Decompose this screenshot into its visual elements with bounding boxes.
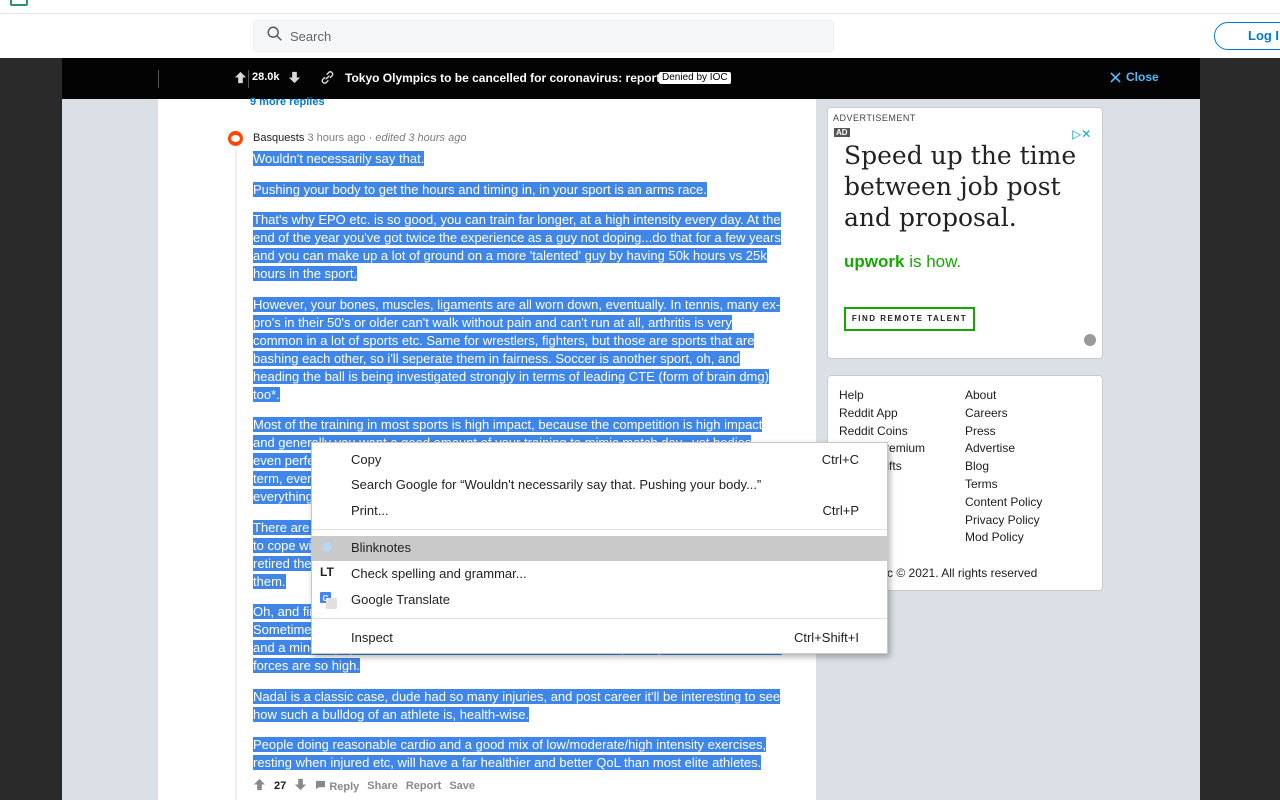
footer-link[interactable]: Advertise <box>965 440 1042 458</box>
comment-author[interactable]: Basquests <box>253 132 304 144</box>
advertisement[interactable]: ADVERTISEMENT AD ▷✕ Speed up the time be… <box>827 107 1103 359</box>
comment-paragraph: Wouldn't necessarily say that. <box>253 151 425 166</box>
footer-link[interactable]: Mod Policy <box>965 529 1042 547</box>
ad-brand: upwork is how. <box>844 252 962 271</box>
comment-icon <box>316 780 326 789</box>
menu-item-google-translate[interactable]: G Google Translate <box>312 588 887 613</box>
menu-separator <box>312 618 887 619</box>
close-button[interactable]: Close <box>1110 70 1159 84</box>
more-replies-link[interactable]: 9 more replies <box>250 96 325 108</box>
report-button[interactable]: Report <box>406 780 441 792</box>
page-background-left <box>62 99 158 800</box>
upvote-icon[interactable] <box>253 778 266 794</box>
comment-paragraph: That's why EPO etc. is so good, you can … <box>253 212 781 281</box>
site-header: Log I <box>0 0 1280 58</box>
comment-actions: 27 Reply Share Report Save <box>253 778 475 794</box>
menu-item-search-google[interactable]: Search Google for “Wouldn't necessarily … <box>312 473 887 498</box>
shortcut: Ctrl+Shift+I <box>793 630 859 645</box>
comment-score: 27 <box>274 780 287 792</box>
menu-item-print[interactable]: Print... Ctrl+P <box>312 499 887 524</box>
comment-paragraph: People doing reasonable cardio and a goo… <box>253 737 767 770</box>
shortcut: Ctrl+C <box>821 452 859 467</box>
shortcut: Ctrl+P <box>822 503 859 518</box>
login-button[interactable]: Log I <box>1214 22 1280 50</box>
blinknotes-icon <box>320 540 337 557</box>
ad-tag: AD <box>834 128 850 137</box>
comment-paragraph: However, your bones, muscles, ligaments … <box>253 296 781 402</box>
divider <box>248 70 249 88</box>
menu-item-blinknotes[interactable]: Blinknotes <box>312 536 887 561</box>
tab-icon <box>10 0 28 6</box>
save-button[interactable]: Save <box>449 780 475 792</box>
comment-edited: edited 3 hours ago <box>375 132 467 144</box>
ad-cta-button[interactable]: FIND REMOTE TALENT <box>844 307 975 331</box>
post-top-bar: 28.0k Tokyo Olympics to be cancelled for… <box>62 58 1200 99</box>
footer-link[interactable]: Privacy Policy <box>965 512 1042 530</box>
footer-column: About Careers Press Advertise Blog Terms… <box>965 387 1042 547</box>
info-icon[interactable] <box>1084 334 1096 346</box>
footer-link[interactable]: Help <box>839 387 925 405</box>
footer-link[interactable]: Blog <box>965 458 1042 476</box>
link-icon <box>320 70 335 90</box>
comment-paragraph: Pushing your body to get the hours and t… <box>253 181 707 197</box>
search-input[interactable] <box>290 28 790 44</box>
menu-item-check-spelling[interactable]: LT Check spelling and grammar... <box>312 562 887 587</box>
post-score: 28.0k <box>252 71 280 83</box>
comment-meta: Basquests 3 hours ago · edited 3 hours a… <box>253 132 467 144</box>
menu-item-inspect[interactable]: Inspect Ctrl+Shift+I <box>312 626 887 651</box>
post-title[interactable]: Tokyo Olympics to be cancelled for coron… <box>345 71 660 85</box>
thread-line[interactable] <box>235 150 237 800</box>
divider <box>158 70 159 88</box>
comment-paragraph: Nadal is a classic case, dude had so man… <box>253 688 781 722</box>
downvote-icon[interactable] <box>294 778 307 794</box>
ad-headline: Speed up the time between job post and p… <box>844 141 1077 232</box>
footer-link[interactable]: Press <box>965 423 1042 441</box>
reply-button[interactable]: Reply <box>315 780 359 793</box>
avatar[interactable] <box>228 131 243 146</box>
close-label: Close <box>1126 70 1159 84</box>
languagetool-icon: LT <box>320 565 334 579</box>
menu-separator <box>312 529 887 530</box>
ad-label: ADVERTISEMENT <box>833 113 916 123</box>
upvote-icon[interactable] <box>234 71 247 89</box>
downvote-icon[interactable] <box>288 71 301 89</box>
svg-text:G: G <box>323 594 329 603</box>
share-button[interactable]: Share <box>367 780 398 792</box>
menu-item-copy[interactable]: Copy Ctrl+C <box>312 448 887 473</box>
close-icon <box>1110 71 1121 83</box>
footer-link[interactable]: About <box>965 387 1042 405</box>
search-bar[interactable] <box>253 20 834 52</box>
footer-link[interactable]: Reddit App <box>839 405 925 423</box>
footer-link[interactable]: Reddit Coins <box>839 423 925 441</box>
context-menu: Copy Ctrl+C Search Google for “Wouldn't … <box>311 442 888 654</box>
post-flair: Denied by IOC <box>659 72 731 84</box>
comment-time: 3 hours ago <box>307 132 366 144</box>
footer-link[interactable]: Terms <box>965 476 1042 494</box>
search-icon <box>266 25 284 48</box>
google-translate-icon: G <box>320 592 337 609</box>
footer-link[interactable]: Careers <box>965 405 1042 423</box>
adchoices-icon[interactable]: ▷✕ <box>1072 127 1091 141</box>
footer-link[interactable]: Content Policy <box>965 494 1042 512</box>
browser-tab-strip <box>0 0 1280 14</box>
